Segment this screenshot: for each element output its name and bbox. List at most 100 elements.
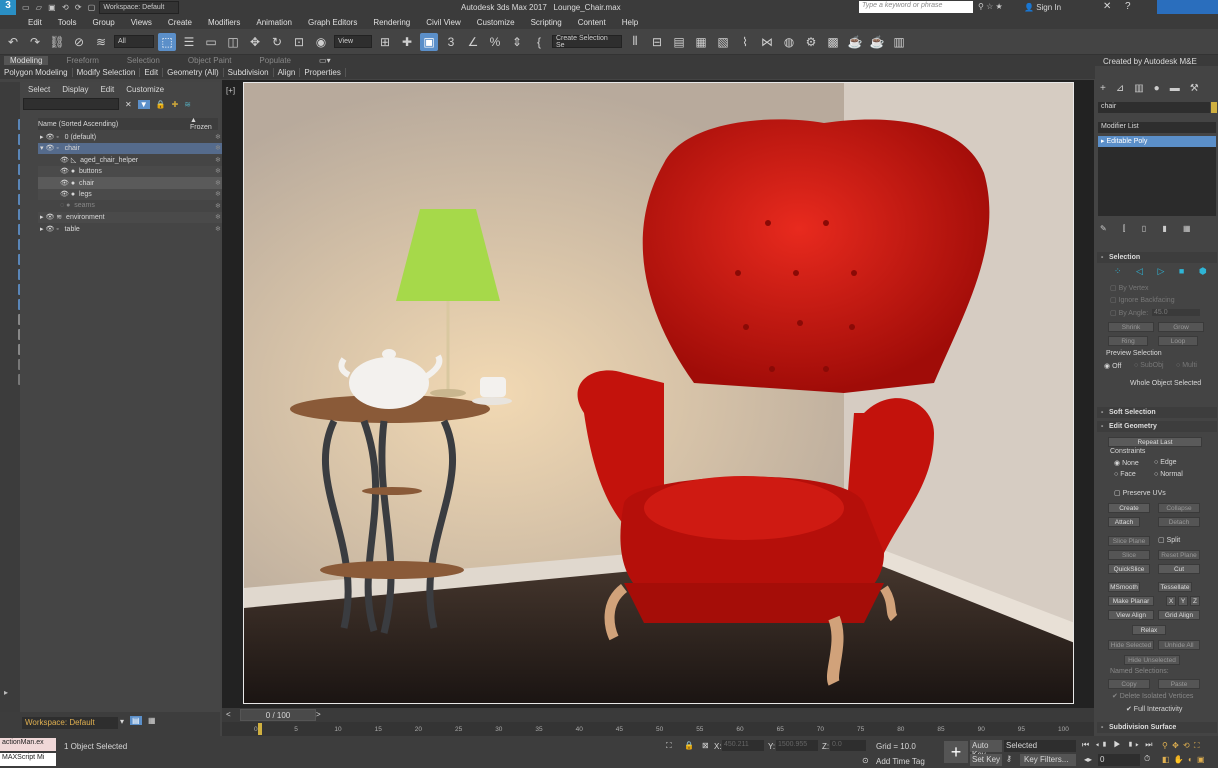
selection-lock-icon[interactable]: 🔒 [684,741,694,750]
relax-button[interactable]: Relax [1132,625,1166,635]
layers-toggle-icon[interactable]: ▤ [130,716,142,725]
shrink-button[interactable]: Shrink [1108,322,1154,332]
angle-field[interactable]: 45.0 [1152,309,1200,316]
preview-multi-radio[interactable]: ○ Multi [1176,362,1197,369]
menu-item[interactable]: Tools [58,18,77,27]
tree-row[interactable]: 👁 ◺ aged_chair_helper ❄ [38,154,238,166]
view-align-button[interactable]: View Align [1108,610,1154,620]
prev-frame-icon[interactable]: < [226,710,231,719]
panel-subdivision[interactable]: Subdivision [224,68,274,77]
search-input[interactable]: Type a keyword or phrase [859,1,973,13]
tree-row[interactable]: ▸ 👁 ◦ 0 (default) ❄ [38,131,238,143]
select-by-name-icon[interactable]: ☰ [180,33,198,51]
tab-populate[interactable]: Populate [259,56,291,65]
set-key-button[interactable]: Set Key [970,754,1002,766]
edit-geometry-rollout-header[interactable]: Edit Geometry [1097,421,1217,432]
reset-plane-button[interactable]: Reset Plane [1158,550,1200,560]
workspace-selector[interactable]: Workspace: Default [22,717,118,729]
link-icon[interactable]: ⛓ [48,33,66,51]
menu-item[interactable]: Rendering [373,18,410,27]
viewport-nav-controls-2[interactable]: ◧ ✋ ◐ ▣ [1162,755,1206,764]
command-panel-tabs[interactable]: +⊿▥●▬⚒ [1100,83,1209,94]
qat-icons[interactable]: ▭ ▱ ▣ ⟲ ⟳ ▢ [22,3,97,12]
panel-properties[interactable]: Properties [300,68,346,77]
panel-modify-selection[interactable]: Modify Selection [73,68,141,77]
planar-y-button[interactable]: Y [1178,596,1188,606]
render-iterative-icon[interactable]: ☕ [868,33,886,51]
stack-item-editable-poly[interactable]: ▸ Editable Poly [1098,136,1216,147]
planar-z-button[interactable]: Z [1190,596,1200,606]
subobject-level-icons[interactable]: ⁘ ◁ ▷ ■ ⬢ [1114,266,1213,277]
ribbon-options-icon[interactable]: ▭▾ [319,56,331,65]
key-filters-button[interactable]: Key Filters... [1020,754,1076,766]
maxscript-listener-input[interactable]: MAXScript Mi [0,753,56,766]
frozen-column-header[interactable]: ▲ Frozen [190,117,218,131]
object-name-field[interactable]: chair [1098,102,1210,113]
create-button[interactable]: Create [1108,503,1150,513]
rendered-scene[interactable] [243,82,1074,704]
menu-item[interactable]: Modifiers [208,18,240,27]
panel-polygon-modeling[interactable]: Polygon Modeling [0,68,73,77]
quickslice-button[interactable]: QuickSlice [1108,564,1150,574]
key-icon[interactable]: ⚷ [1006,754,1012,763]
clear-icon[interactable]: ✕ [125,100,132,109]
curve-editor-icon[interactable]: ⌇ [736,33,754,51]
attach-button[interactable]: Attach [1108,517,1140,527]
menu-item[interactable]: Content [578,18,606,27]
workspace-dropdown[interactable]: Workspace: Default [99,1,180,14]
grow-button[interactable]: Grow [1158,322,1204,332]
rect-selection-icon[interactable]: ▭ [202,33,220,51]
menu-edit[interactable]: Edit [100,85,114,94]
current-frame-field[interactable]: 0 [1098,754,1140,766]
render-setup-icon[interactable]: ⚙ [802,33,820,51]
tree-row[interactable]: 👁 ● legs ❄ [38,188,238,200]
percent-snap-icon[interactable]: % [486,33,504,51]
mirror-icon[interactable]: ⫴ [626,33,644,51]
menu-item[interactable]: Help [622,18,638,27]
schematic-view-icon[interactable]: ⋈ [758,33,776,51]
menu-item[interactable]: Scripting [531,18,562,27]
by-angle-checkbox[interactable]: ▢ By Angle: [1110,309,1148,317]
time-slider-thumb[interactable]: 0 / 100 [240,709,316,721]
layer-explorer-icon[interactable]: ▦ [692,33,710,51]
make-planar-button[interactable]: Make Planar [1108,596,1154,606]
menu-item[interactable]: Group [92,18,114,27]
bind-space-warp-icon[interactable]: ≋ [92,33,110,51]
scene-explorer-toggle-icon[interactable]: ▦ [148,716,156,725]
by-vertex-checkbox[interactable]: ▢ By Vertex [1110,284,1149,292]
menu-select[interactable]: Select [28,85,50,94]
window-crossing-icon[interactable]: ◫ [224,33,242,51]
detach-button[interactable]: Detach [1158,517,1200,527]
panel-align[interactable]: Align [274,68,301,77]
close-app-icon[interactable]: ✕ [1103,1,1111,12]
viewport-nav-controls[interactable]: ⚲ ✥ ⟲ ⛶ [1162,741,1201,751]
reference-coord-dropdown[interactable]: View [334,35,372,48]
unlink-icon[interactable]: ⊘ [70,33,88,51]
undo-icon[interactable]: ↶ [4,33,22,51]
maxscript-listener-output[interactable]: actionMan.ex [0,738,56,751]
constraint-edge-radio[interactable]: ○ Edge [1154,459,1177,466]
search-icon[interactable]: ⚲ ☆ ★ [978,2,1003,11]
add-layer-icon[interactable]: ✚ [172,100,179,109]
scene-explorer-icon[interactable]: ▤ [670,33,688,51]
loop-button[interactable]: Loop [1158,336,1198,346]
panel-edit[interactable]: Edit [140,68,164,77]
tab-modeling[interactable]: Modeling [4,56,49,65]
material-editor-icon[interactable]: ◍ [780,33,798,51]
sign-in-link[interactable]: 👤 Sign In [1024,3,1061,12]
delete-isolated-vertices-checkbox[interactable]: ✔ Delete Isolated Vertices [1112,692,1193,700]
key-mode-dropdown[interactable]: Selected [1004,740,1076,752]
tree-row[interactable]: 👁 ● chair ❄ [38,177,238,189]
spinner-snap-icon[interactable]: ⇕ [508,33,526,51]
msmooth-button[interactable]: MSmooth [1108,582,1140,592]
menu-item[interactable]: Animation [256,18,292,27]
z-coordinate-field[interactable]: 0.0 [830,740,866,751]
menu-item[interactable]: Customize [477,18,515,27]
tree-row[interactable]: ▸ 👁 ◦ table ❄ [38,223,238,235]
preserve-uvs-checkbox[interactable]: ▢ Preserve UVs [1114,489,1166,497]
selection-rollout-header[interactable]: Selection [1097,252,1217,263]
tab-object-paint[interactable]: Object Paint [188,56,232,65]
help-icon[interactable]: ? [1125,1,1131,12]
menu-item[interactable]: Edit [28,18,42,27]
constraint-face-radio[interactable]: ○ Face [1114,471,1136,478]
